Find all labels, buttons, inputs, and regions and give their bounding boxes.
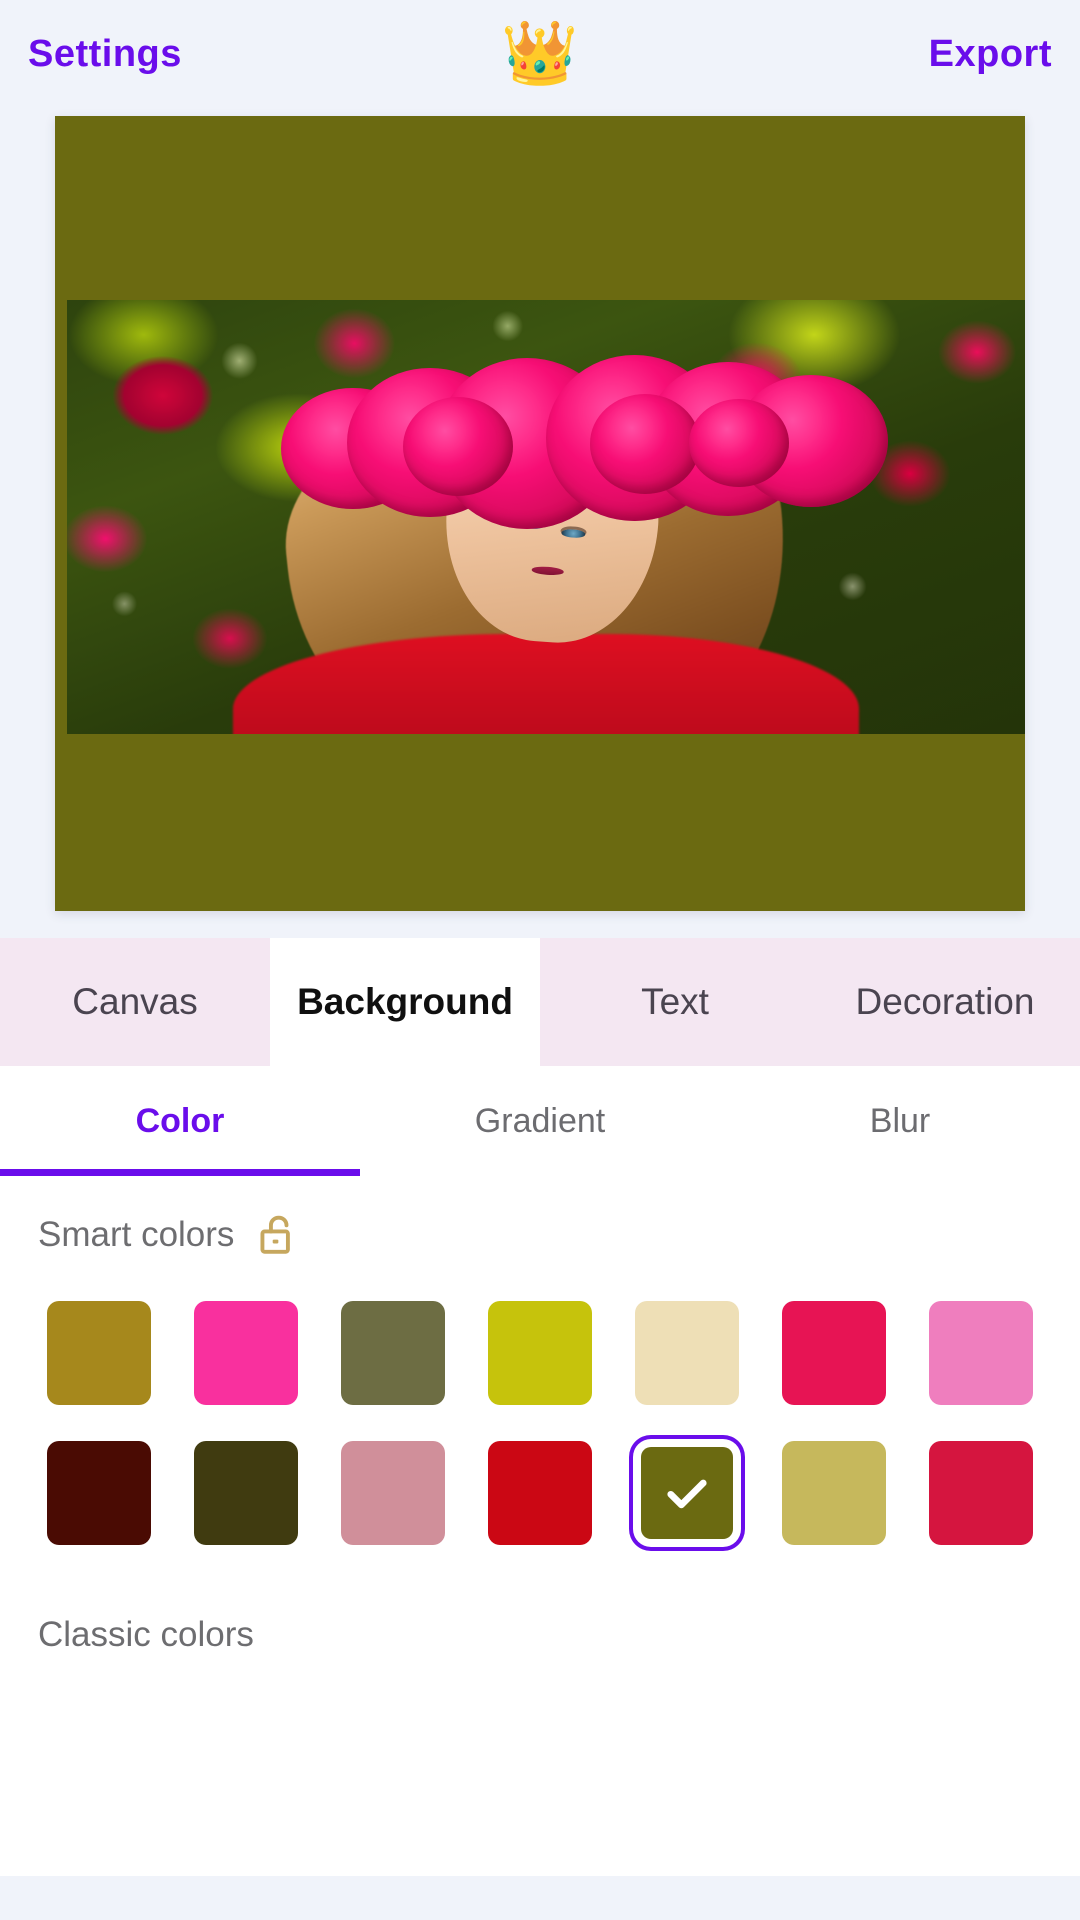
swatch-cell bbox=[185, 1294, 308, 1412]
swatch-cell bbox=[625, 1294, 748, 1412]
sub-tab-color[interactable]: Color bbox=[0, 1066, 360, 1176]
subject-eye-right bbox=[561, 528, 586, 540]
swatch-cell bbox=[479, 1434, 602, 1552]
color-swatch[interactable] bbox=[341, 1301, 446, 1405]
color-swatch[interactable] bbox=[47, 1301, 152, 1405]
crown-icon: 👑 bbox=[501, 19, 579, 88]
swatch-cell bbox=[332, 1294, 455, 1412]
subject-lips bbox=[531, 566, 564, 577]
rose-flower bbox=[590, 394, 701, 494]
main-tab-bar: Canvas Background Text Decoration bbox=[0, 938, 1080, 1066]
smart-colors-title: Smart colors bbox=[38, 1215, 235, 1254]
swatch-cell bbox=[479, 1294, 602, 1412]
rose-flower bbox=[402, 396, 513, 496]
photo-layer[interactable] bbox=[67, 300, 1025, 734]
main-tab-canvas[interactable]: Canvas bbox=[0, 938, 270, 1066]
classic-colors-title: Classic colors bbox=[38, 1615, 254, 1654]
color-swatch[interactable] bbox=[341, 1441, 446, 1545]
rose-flower bbox=[689, 398, 789, 487]
swatch-cell bbox=[919, 1294, 1042, 1412]
swatch-cell bbox=[772, 1434, 895, 1552]
settings-button[interactable]: Settings bbox=[28, 33, 182, 76]
color-swatch[interactable] bbox=[487, 1301, 592, 1405]
canvas-preview[interactable] bbox=[55, 116, 1025, 911]
export-button[interactable]: Export bbox=[929, 33, 1052, 76]
color-swatch[interactable] bbox=[194, 1441, 299, 1545]
canvas-stage bbox=[0, 108, 1080, 938]
unlock-icon[interactable] bbox=[256, 1212, 300, 1258]
sub-tab-blur[interactable]: Blur bbox=[720, 1066, 1080, 1176]
smart-colors-grid bbox=[38, 1294, 1042, 1552]
main-tab-background[interactable]: Background bbox=[270, 938, 540, 1066]
color-swatch-selected[interactable] bbox=[640, 1447, 733, 1539]
swatch-cell bbox=[332, 1434, 455, 1552]
sub-tab-gradient[interactable]: Gradient bbox=[360, 1066, 720, 1176]
swatch-cell bbox=[772, 1294, 895, 1412]
background-color-panel: Smart colors Classic colors bbox=[0, 1176, 1080, 1876]
swatch-cell bbox=[185, 1434, 308, 1552]
check-icon bbox=[667, 1479, 707, 1509]
color-swatch[interactable] bbox=[47, 1441, 152, 1545]
color-swatch[interactable] bbox=[928, 1301, 1033, 1405]
color-swatch[interactable] bbox=[634, 1301, 739, 1405]
swatch-cell bbox=[919, 1434, 1042, 1552]
color-swatch[interactable] bbox=[487, 1441, 592, 1545]
smart-colors-header: Smart colors bbox=[38, 1176, 1042, 1294]
photo-subject bbox=[233, 326, 889, 734]
swatch-cell bbox=[38, 1434, 161, 1552]
photo-image bbox=[67, 300, 1025, 734]
top-app-bar: Settings 👑 Export bbox=[0, 0, 1080, 108]
main-tab-text[interactable]: Text bbox=[540, 938, 810, 1066]
color-swatch[interactable] bbox=[781, 1301, 886, 1405]
swatch-cell bbox=[625, 1434, 748, 1552]
color-swatch[interactable] bbox=[194, 1301, 299, 1405]
main-tab-decoration[interactable]: Decoration bbox=[810, 938, 1080, 1066]
swatch-cell bbox=[38, 1294, 161, 1412]
flower-crown bbox=[270, 351, 889, 529]
sub-tab-bar: Color Gradient Blur bbox=[0, 1066, 1080, 1176]
color-swatch[interactable] bbox=[781, 1441, 886, 1545]
classic-colors-header: Classic colors bbox=[38, 1580, 1042, 1690]
color-swatch[interactable] bbox=[928, 1441, 1033, 1545]
